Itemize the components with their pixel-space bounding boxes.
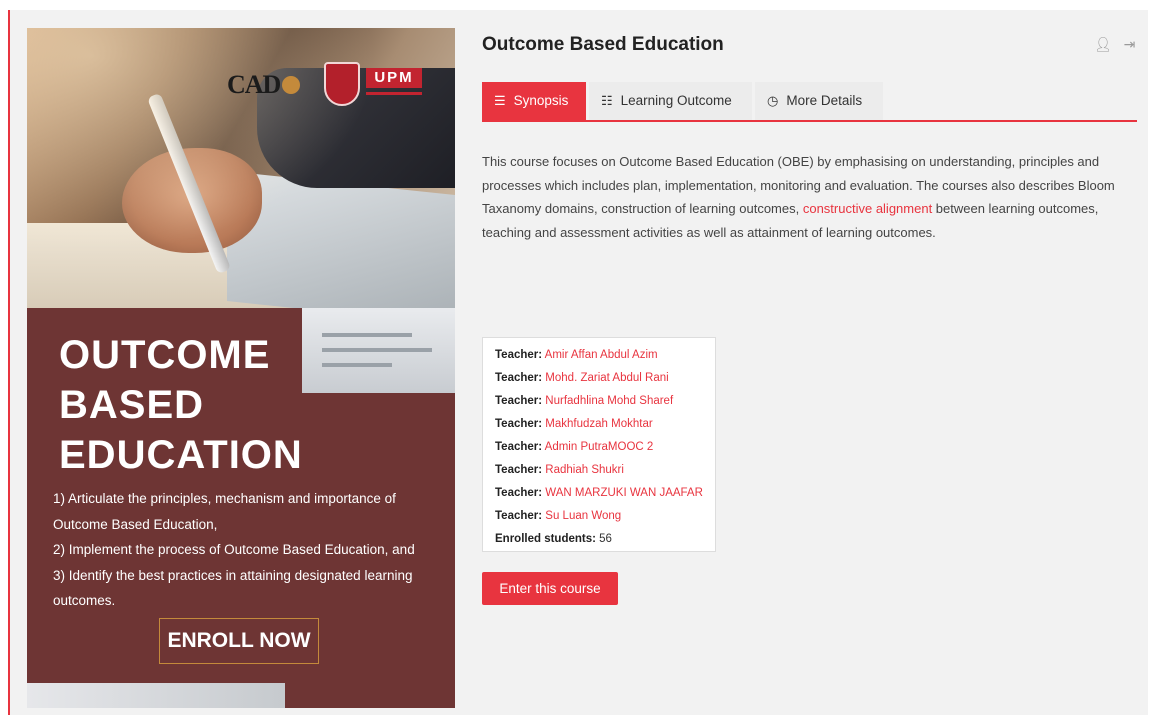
teacher-label: Teacher: bbox=[495, 372, 543, 384]
enroll-now-label: ENROLL NOW bbox=[159, 618, 319, 664]
teacher-label: Teacher: bbox=[495, 464, 543, 476]
teacher-row: Teacher: Radhiah Shukri bbox=[495, 459, 703, 482]
teacher-row: Teacher: Makhfudzah Mokhtar bbox=[495, 413, 703, 436]
teacher-link[interactable]: Nurfadhlina Mohd Sharef bbox=[545, 395, 673, 407]
teachers-box: Teacher: Amir Affan Abdul Azim Teacher: … bbox=[482, 337, 716, 552]
upm-logo-text: UPM bbox=[366, 68, 422, 88]
banner-title-line: OUTCOME bbox=[59, 333, 271, 377]
enrolled-label: Enrolled students: bbox=[495, 533, 596, 545]
teacher-label: Teacher: bbox=[495, 441, 543, 453]
banner-learning-points: 1) Articulate the principles, mechanism … bbox=[53, 486, 433, 614]
teacher-row: Teacher: WAN MARZUKI WAN JAAFAR bbox=[495, 482, 703, 505]
banner-title-line: EDUCATION bbox=[59, 433, 303, 477]
user-icon[interactable]: 👤︎ bbox=[1094, 36, 1112, 52]
teacher-row: Teacher: Admin PutraMOOC 2 bbox=[495, 436, 703, 459]
banner-photo: CAD UPM bbox=[27, 28, 455, 308]
teacher-link[interactable]: Amir Affan Abdul Azim bbox=[545, 349, 658, 361]
teacher-link[interactable]: Su Luan Wong bbox=[545, 510, 621, 522]
banner-title: OUTCOME BASED EDUCATION bbox=[59, 330, 303, 480]
list-bullets-icon: ☷ bbox=[601, 93, 613, 108]
banner-bottom-strip bbox=[27, 683, 285, 708]
tab-learning-outcome[interactable]: ☷ Learning Outcome bbox=[589, 82, 752, 120]
course-tabs: ☰ Synopsis ☷ Learning Outcome ◷ More Detail… bbox=[482, 82, 1137, 122]
teacher-link[interactable]: WAN MARZUKI WAN JAAFAR bbox=[545, 487, 703, 499]
teacher-link[interactable]: Admin PutraMOOC 2 bbox=[545, 441, 654, 453]
course-banner-image: CAD UPM OUTCOME BASED EDUCATION 1) Artic… bbox=[27, 28, 455, 708]
constructive-alignment-link[interactable]: constructive alignment bbox=[803, 201, 932, 216]
tab-synopsis[interactable]: ☰ Synopsis bbox=[482, 82, 586, 120]
teacher-label: Teacher: bbox=[495, 349, 543, 361]
teacher-label: Teacher: bbox=[495, 395, 543, 407]
synopsis-text: This course focuses on Outcome Based Edu… bbox=[482, 150, 1122, 244]
tab-more-details[interactable]: ◷ More Details bbox=[755, 82, 883, 120]
enrolled-row: Enrolled students: 56 bbox=[495, 528, 703, 551]
header-icons: 👤︎ ⇥ bbox=[1086, 36, 1135, 53]
cad-logo: CAD bbox=[227, 68, 301, 100]
teacher-link[interactable]: Mohd. Zariat Abdul Rani bbox=[545, 372, 668, 384]
teacher-row: Teacher: Nurfadhlina Mohd Sharef bbox=[495, 390, 703, 413]
charts-graphic bbox=[302, 308, 455, 393]
banner-point: 2) Implement the process of Outcome Base… bbox=[53, 542, 415, 557]
teacher-label: Teacher: bbox=[495, 418, 543, 430]
teacher-row: Teacher: Amir Affan Abdul Azim bbox=[495, 344, 703, 367]
tab-label: More Details bbox=[786, 93, 863, 108]
cad-logo-text: CAD bbox=[227, 70, 281, 100]
clock-icon: ◷ bbox=[767, 93, 779, 108]
upm-logo-underline bbox=[366, 92, 422, 95]
teacher-row: Teacher: Su Luan Wong bbox=[495, 505, 703, 528]
banner-title-line: BASED bbox=[59, 383, 205, 427]
enter-course-button[interactable]: Enter this course bbox=[482, 572, 618, 605]
teacher-link[interactable]: Radhiah Shukri bbox=[545, 464, 624, 476]
teacher-label: Teacher: bbox=[495, 510, 543, 522]
teacher-row: Teacher: Mohd. Zariat Abdul Rani bbox=[495, 367, 703, 390]
tab-label: Synopsis bbox=[513, 93, 569, 108]
list-icon: ☰ bbox=[494, 93, 506, 108]
upm-shield-icon bbox=[324, 62, 360, 106]
tab-label: Learning Outcome bbox=[620, 93, 732, 108]
teacher-label: Teacher: bbox=[495, 487, 543, 499]
banner-point: 3) Identify the best practices in attain… bbox=[53, 567, 413, 609]
banner-point: 1) Articulate the principles, mechanism … bbox=[53, 491, 396, 532]
enrolled-count: 56 bbox=[599, 533, 612, 545]
teacher-link[interactable]: Makhfudzah Mokhtar bbox=[545, 418, 652, 430]
course-title: Outcome Based Education bbox=[482, 34, 724, 55]
cad-logo-mark bbox=[282, 76, 301, 95]
logout-icon[interactable]: ⇥ bbox=[1124, 36, 1136, 52]
